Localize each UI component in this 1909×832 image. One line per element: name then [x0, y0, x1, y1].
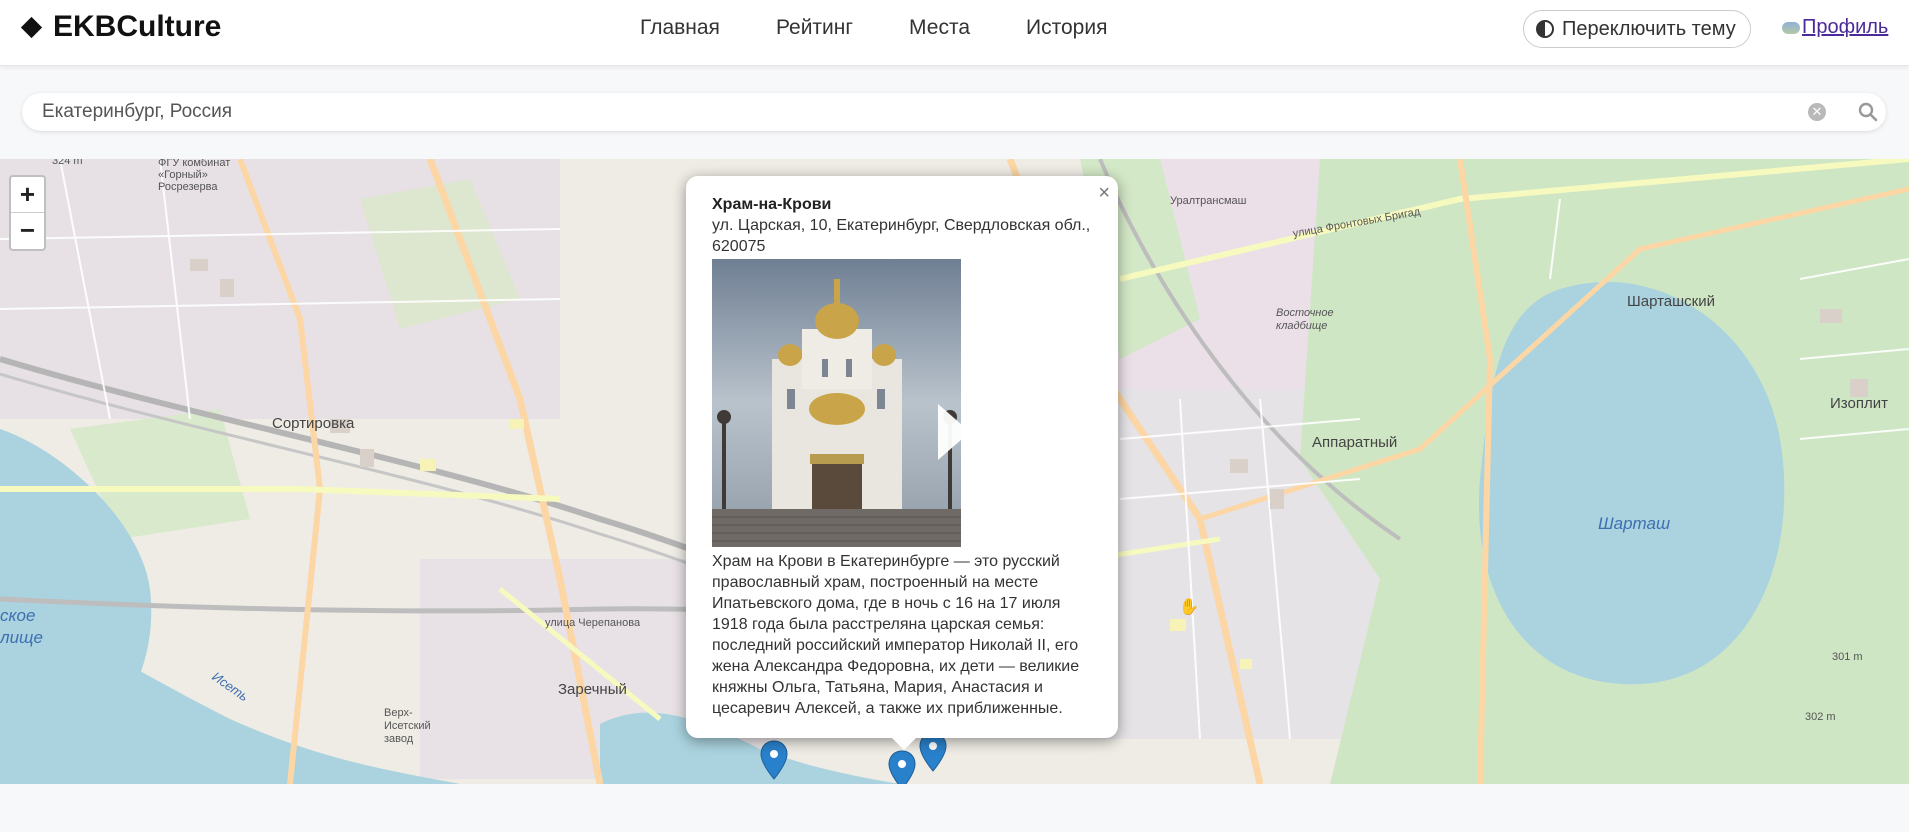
main-nav: Главная Рейтинг Места История [640, 16, 1107, 40]
top-header: EKBCulture Главная Рейтинг Места История… [0, 0, 1909, 66]
cathedral-image [712, 259, 961, 547]
nav-rating[interactable]: Рейтинг [776, 16, 853, 40]
theme-toggle-label: Переключить тему [1562, 17, 1736, 40]
popup-title: Храм-на-Крови [712, 196, 832, 213]
search-bar: ✕ [22, 93, 1886, 131]
hand-cursor-icon: ✋ [1179, 599, 1199, 616]
map-marker-pin[interactable] [918, 732, 948, 772]
popup-description: Храм на Крови в Екатеринбурге — это русс… [712, 553, 1080, 717]
logo[interactable]: EKBCulture [20, 10, 221, 44]
map-label-zarechny: Заречный [558, 681, 627, 698]
theme-toggle-button[interactable]: Переключить тему [1523, 10, 1751, 48]
close-icon[interactable]: × [1098, 182, 1110, 205]
diamond-icon [20, 16, 43, 38]
map-label-alt: 324 m [52, 159, 83, 167]
nav-home[interactable]: Главная [640, 16, 720, 40]
profile-link[interactable]: Профиль [1782, 16, 1888, 39]
nav-history[interactable]: История [1026, 16, 1107, 40]
map-label-sortirovka: Сортировка [272, 415, 355, 432]
map-label-uraltransmash: Уралтрансмаш [1170, 195, 1247, 207]
map-label-verkh-isetsky: Верх-Исетский завод [384, 707, 431, 745]
map-label-peak-301: 301 m [1832, 651, 1863, 663]
search-icon[interactable] [1858, 102, 1878, 122]
zoom-control: + − [9, 175, 46, 251]
logo-text: EKBCulture [53, 10, 222, 43]
place-photo[interactable] [712, 259, 961, 547]
play-icon[interactable] [938, 404, 970, 460]
profile-label: Профиль [1802, 16, 1889, 38]
map-label-shartashsky: Шарташский [1627, 293, 1716, 310]
popup-address: ул. Царская, 10, Екатеринбург, Свердловс… [712, 217, 1091, 255]
zoom-out-button[interactable]: − [11, 213, 44, 249]
search-input[interactable] [42, 93, 1742, 131]
contrast-icon [1536, 20, 1554, 38]
map-label-pond: ское лище [0, 606, 43, 647]
nav-places[interactable]: Места [909, 16, 970, 40]
map-label-fgu: ФГУ комбинат «Горный» Росрезерва [158, 159, 231, 193]
map-label-cherepanova: улица Черепанова [545, 617, 641, 629]
map-label-peak-302: 302 m [1805, 711, 1836, 723]
clear-icon[interactable]: ✕ [1808, 103, 1826, 121]
map-label-shartash-lake: Шарташ [1598, 514, 1671, 533]
zoom-in-button[interactable]: + [11, 177, 44, 213]
map-label-izoplit: Изоплит [1830, 395, 1888, 412]
map-marker-pin[interactable] [759, 740, 789, 780]
popup-tip [890, 736, 918, 750]
map-label-vostochnoe: Восточное кладбище [1276, 307, 1334, 332]
page-bottom [0, 784, 1909, 832]
map-label-apparatny: Аппаратный [1312, 434, 1398, 451]
place-popup: × Храм-на-Крови ул. Царская, 10, Екатери… [686, 176, 1118, 738]
profile-avatar [1782, 21, 1800, 34]
